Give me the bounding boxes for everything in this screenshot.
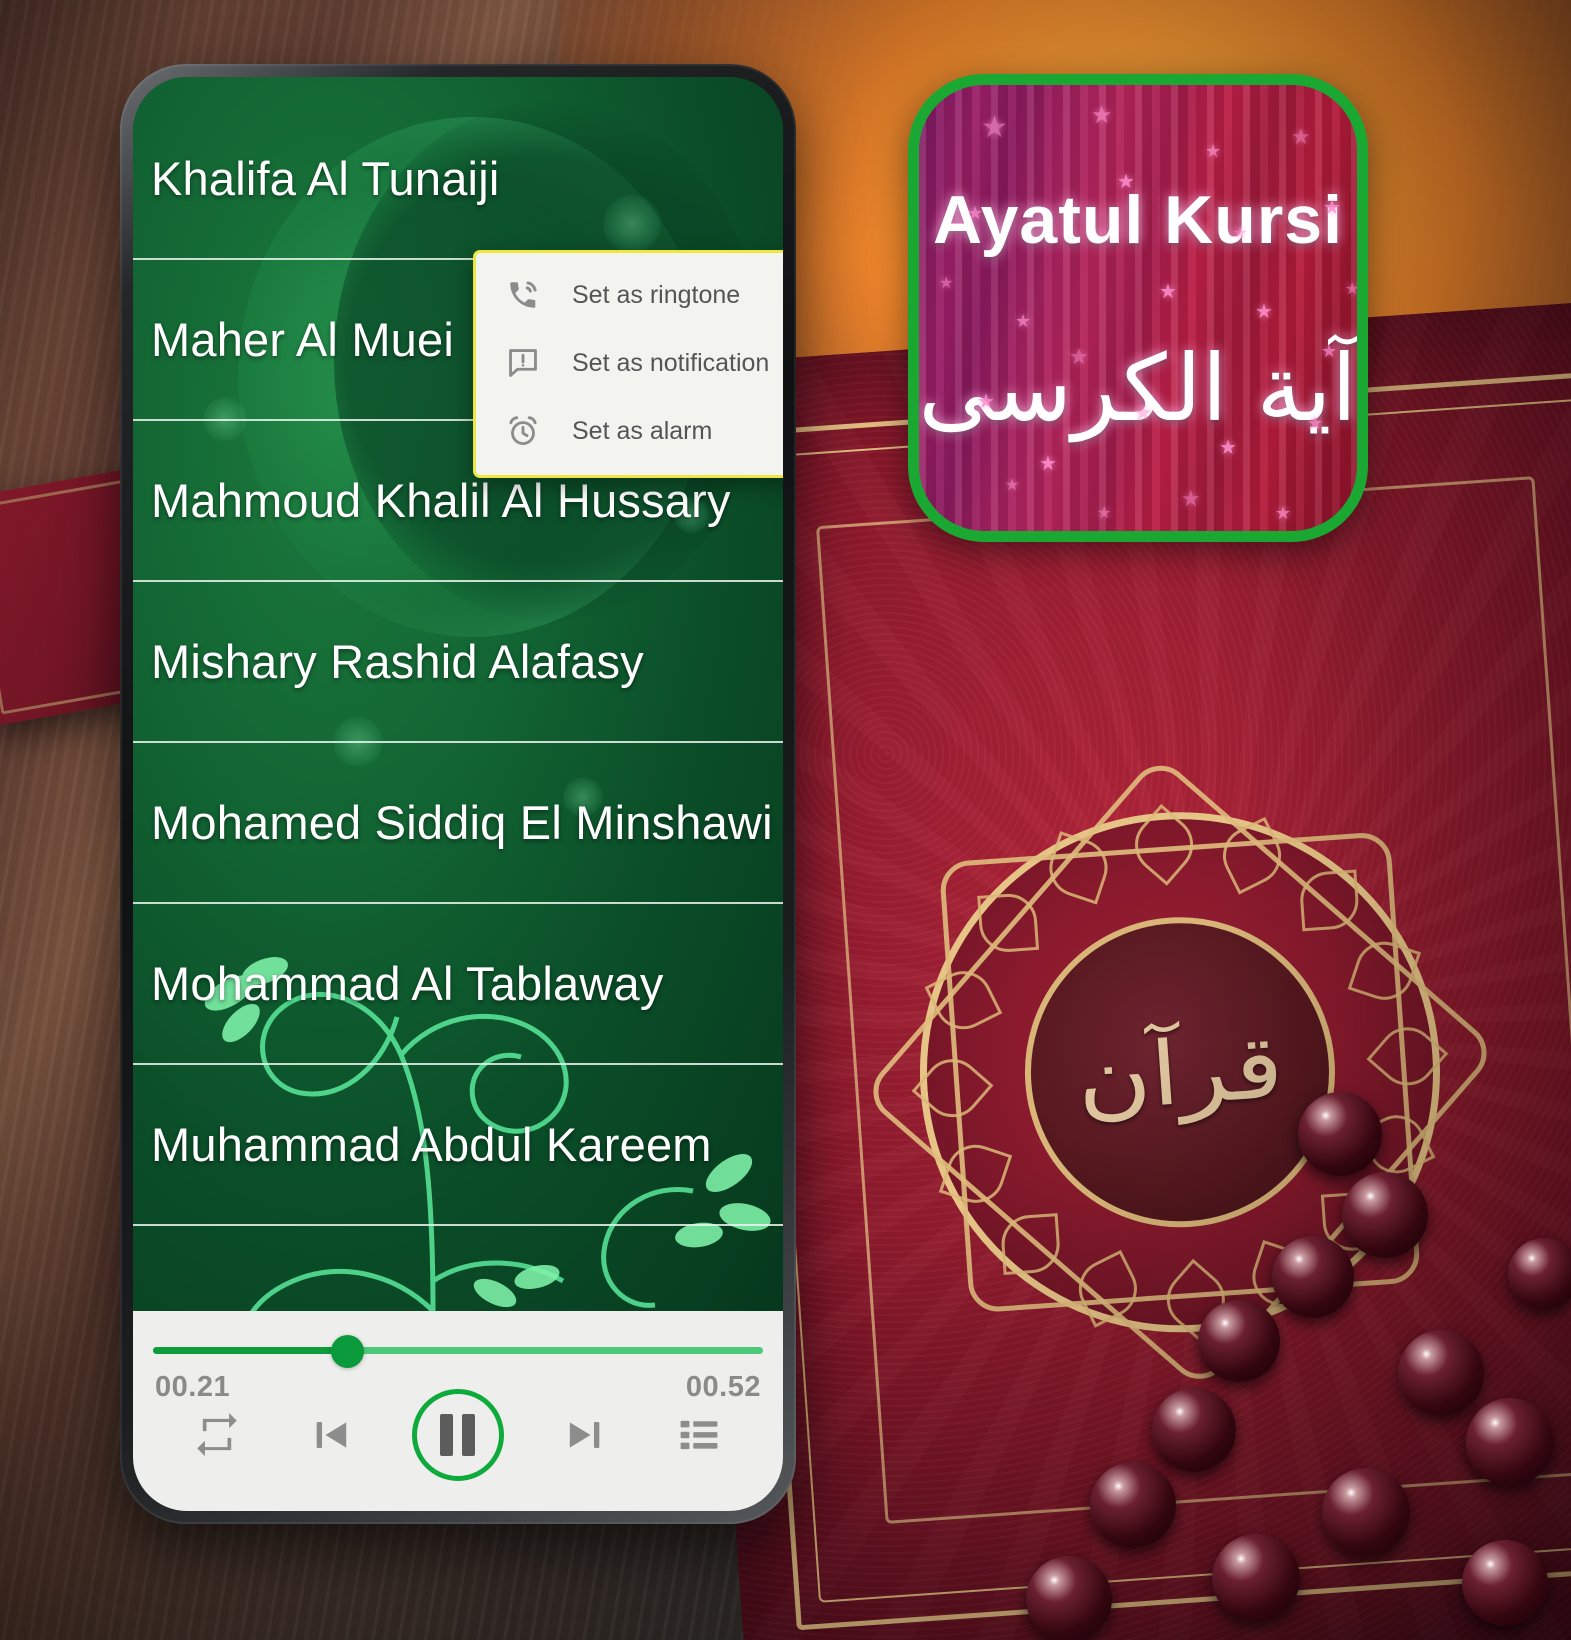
decorative-star-icon: ★ (1091, 101, 1113, 129)
app-icon-tile: Ayatul Kursi آية الكرسى ★ ★ ★ ★ ★ ★ ★ ★ ★ ★ ★ ★ ★ ★ ★ ★… (908, 74, 1368, 542)
prayer-bead (1272, 1236, 1354, 1318)
reciter-name: Mishary Rashid Alafasy (151, 635, 644, 688)
repeat-button[interactable] (181, 1399, 253, 1471)
prayer-bead (1342, 1172, 1428, 1258)
decorative-star-icon: ★ (1219, 435, 1237, 459)
decorative-star-icon: ★ (1015, 311, 1032, 332)
decorative-star-icon: ★ (1255, 299, 1273, 323)
menu-item-set-as-ringtone[interactable]: Set as ringtone (476, 261, 783, 329)
reciter-name: Khalifa Al Tunaiji (151, 152, 500, 205)
phone-screen: Khalifa Al Tunaiji Maher Al Muei Mahmoud… (133, 77, 783, 1511)
phone-device-frame: Khalifa Al Tunaiji Maher Al Muei Mahmoud… (120, 64, 796, 1524)
decorative-star-icon: ★ (1181, 487, 1201, 512)
prayer-bead (1322, 1468, 1410, 1556)
app-icon-title: Ayatul Kursi (932, 182, 1343, 258)
menu-item-set-as-notification[interactable]: Set as notification (476, 329, 783, 397)
list-top-spacer (133, 77, 783, 99)
decorative-star-icon: ★ (1069, 345, 1089, 370)
notification-alert-icon (500, 340, 546, 386)
prayer-bead (1152, 1388, 1236, 1472)
seek-bar[interactable] (149, 1325, 767, 1377)
decorative-star-icon: ★ (1291, 125, 1311, 150)
decorative-star-icon: ★ (967, 203, 984, 224)
decorative-star-icon: ★ (981, 110, 1008, 145)
reciter-row[interactable]: Khalifa Al Tunaiji (133, 99, 783, 260)
playlist-button[interactable] (663, 1399, 735, 1471)
alarm-clock-icon (500, 408, 546, 454)
reciter-name: Mohammad Al Tablaway (151, 957, 664, 1010)
prayer-bead (1090, 1462, 1176, 1548)
reciter-name: Muhammad Abdul Kareem (151, 1118, 712, 1171)
book-medallion: قرآن (861, 753, 1499, 1392)
reciter-row[interactable]: Mohammad Al Tablaway (133, 904, 783, 1065)
prayer-bead (1508, 1238, 1571, 1310)
decorative-star-icon: ★ (1097, 503, 1112, 522)
decorative-star-icon: ★ (1117, 169, 1135, 193)
decorative-star-icon: ★ (1233, 223, 1248, 242)
decorative-star-icon: ★ (1307, 413, 1324, 434)
arabic-calligraphy-ornament: قرآن (1073, 1013, 1287, 1131)
reciter-row[interactable]: Muhammad Abdul Kareem (133, 1065, 783, 1226)
prayer-bead (1026, 1556, 1112, 1640)
app-icon-stripes (919, 85, 1357, 531)
prayer-bead (1466, 1398, 1554, 1486)
decorative-star-icon: ★ (939, 273, 954, 292)
prayer-bead (1212, 1534, 1300, 1622)
reciter-row[interactable]: Mohamed Siddiq El Minshawi (133, 743, 783, 904)
reciter-row[interactable]: Mishary Rashid Alafasy (133, 582, 783, 743)
promo-screenshot-scene: قرآن Ayatul Kursi آية الكرسى ★ ★ ★ ★ ★ ★ ★ ★ ★ ★ ★… (0, 0, 1571, 1640)
decorative-star-icon: ★ (1133, 401, 1153, 426)
reciter-list-area: Khalifa Al Tunaiji Maher Al Muei Mahmoud… (133, 77, 783, 1311)
audio-player-bar: 00.21 00.52 (133, 1311, 783, 1511)
decorative-star-icon: ★ (1159, 279, 1177, 303)
reciter-name: Maher Al Muei (151, 313, 455, 366)
pause-icon (462, 1414, 476, 1456)
decorative-star-icon: ★ (1205, 141, 1222, 162)
decorative-star-icon: ★ (977, 389, 995, 413)
prayer-bead (1462, 1540, 1548, 1626)
seek-fill (153, 1347, 349, 1354)
phone-ringtone-icon (500, 272, 546, 318)
previous-button[interactable] (296, 1399, 368, 1471)
menu-item-set-as-alarm[interactable]: Set as alarm (476, 397, 783, 465)
decorative-star-icon: ★ (1005, 475, 1020, 494)
decorative-star-icon: ★ (1345, 279, 1360, 298)
prayer-bead (1198, 1300, 1280, 1382)
menu-item-label: Set as notification (572, 348, 770, 377)
menu-item-label: Set as ringtone (572, 280, 741, 309)
reciter-name: Mahmoud Khalil Al Hussary (151, 474, 731, 527)
decorative-star-icon: ★ (1039, 451, 1057, 475)
play-pause-button[interactable] (411, 1389, 504, 1481)
prayer-bead (1398, 1330, 1484, 1416)
menu-item-label: Set as alarm (572, 416, 713, 445)
set-as-context-menu[interactable]: Set as ringtone Set as notification Set … (473, 250, 783, 478)
decorative-star-icon: ★ (1321, 341, 1338, 362)
decorative-star-icon: ★ (1275, 503, 1292, 524)
player-controls (133, 1389, 783, 1481)
reciter-name: Mohamed Siddiq El Minshawi (151, 796, 773, 849)
prayer-bead (1298, 1092, 1382, 1176)
seek-track[interactable] (153, 1347, 763, 1354)
seek-thumb[interactable] (330, 1335, 364, 1368)
decorative-star-icon: ★ (1323, 195, 1341, 219)
next-button[interactable] (548, 1399, 620, 1471)
pause-icon (440, 1414, 454, 1456)
